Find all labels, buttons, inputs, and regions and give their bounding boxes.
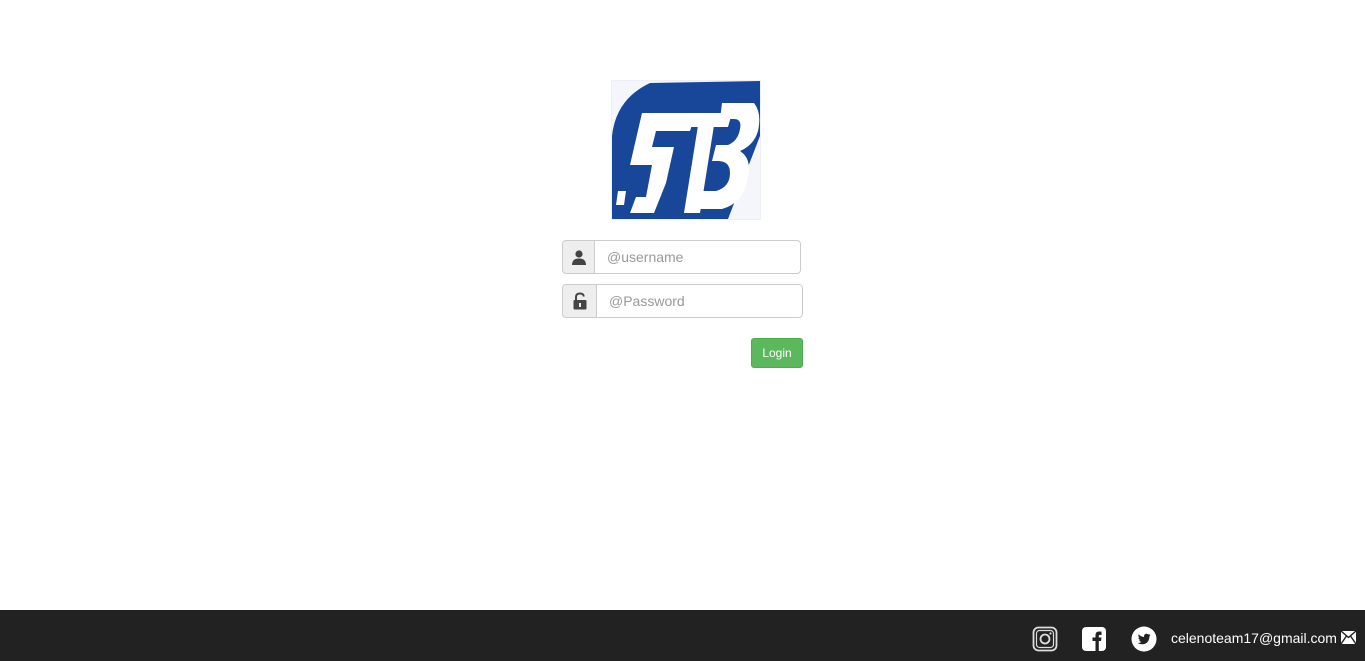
instagram-icon[interactable] [1032,626,1058,652]
username-input[interactable] [594,240,801,274]
footer: celenoteam17@gmail.com [0,610,1365,661]
stb-logo-graphic [612,81,760,219]
user-icon [562,240,594,274]
unlock-icon [562,284,596,318]
stb-logo [611,80,761,220]
password-input[interactable] [596,284,803,318]
login-button[interactable]: Login [751,338,803,368]
twitter-icon[interactable] [1131,626,1157,652]
password-group [562,284,803,318]
username-group [562,240,801,274]
contact-email[interactable]: celenoteam17@gmail.com [1171,630,1337,646]
login-page: Login celenoteam17@gmail.com [0,0,1365,661]
mail-icon [1341,631,1356,644]
facebook-icon[interactable] [1081,626,1107,652]
